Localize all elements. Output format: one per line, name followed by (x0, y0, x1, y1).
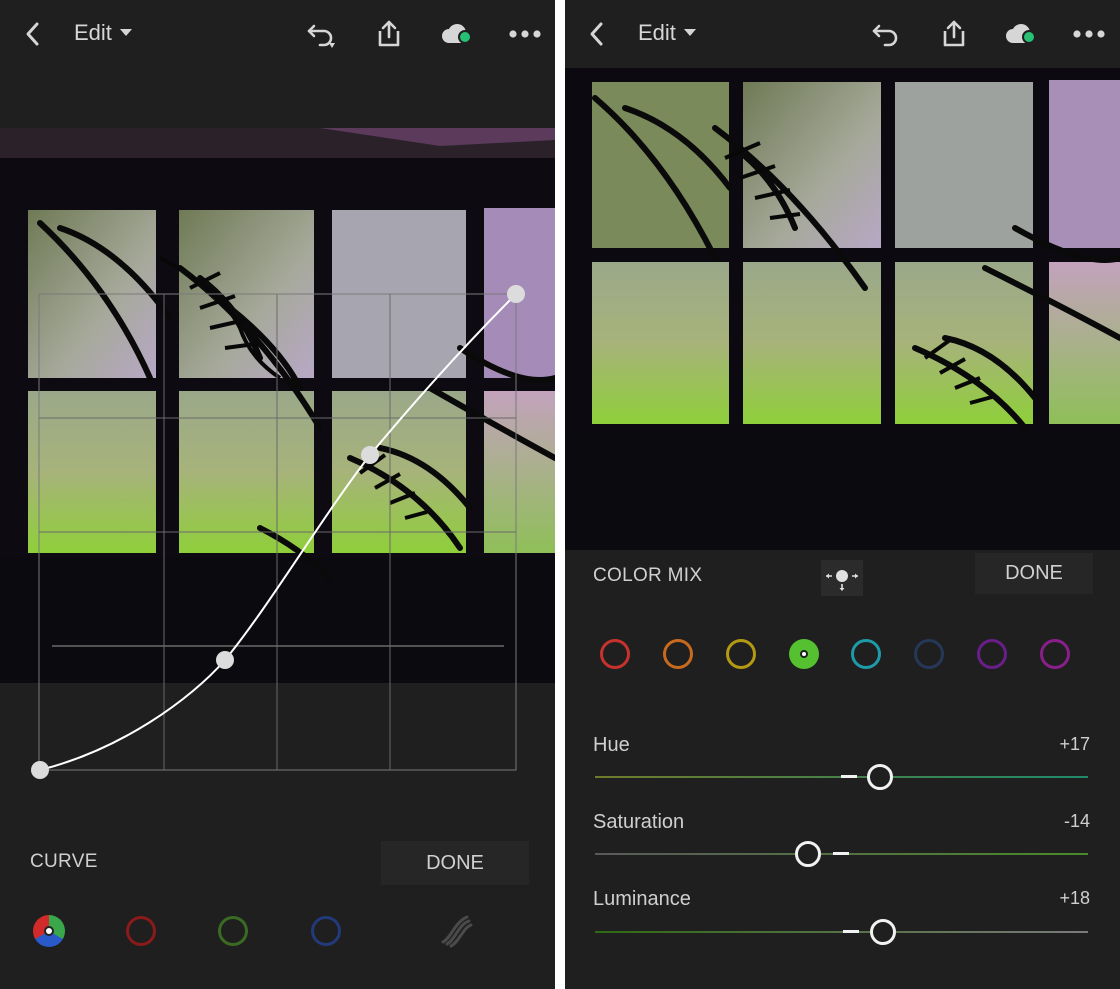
top-bar: Edit (0, 0, 555, 70)
parametric-curve-icon[interactable] (437, 912, 473, 953)
curve-panel: Edit CURVE DONE (0, 0, 555, 989)
curve-section-label: CURVE (30, 851, 98, 872)
chevron-down-icon (120, 29, 132, 36)
swatch-purple[interactable] (977, 639, 1007, 669)
photo-preview (565, 68, 1120, 550)
share-icon[interactable] (935, 14, 973, 54)
saturation-zero-marker (833, 852, 849, 855)
channel-green-button[interactable] (218, 916, 248, 946)
luminance-zero-marker (843, 930, 859, 933)
chevron-down-icon (684, 29, 696, 36)
curve-point (361, 446, 379, 464)
curve-point (31, 761, 49, 779)
undo-icon[interactable] (302, 14, 340, 54)
swatch-blue[interactable] (914, 639, 944, 669)
share-icon[interactable] (370, 14, 408, 54)
sync-status-dot (458, 30, 472, 44)
more-icon[interactable] (505, 14, 545, 54)
targeted-adjustment-icon[interactable] (821, 560, 863, 596)
hue-zero-marker (841, 775, 857, 778)
done-button[interactable]: DONE (381, 841, 529, 885)
luminance-slider-thumb[interactable] (870, 919, 896, 945)
hue-value: +17 (1059, 734, 1090, 754)
luminance-label: Luminance (593, 888, 691, 910)
color-mix-section-label: COLOR MIX (593, 565, 703, 586)
cloud-sync-icon[interactable] (999, 14, 1043, 54)
saturation-value: -14 (1063, 811, 1090, 831)
color-mix-panel: Edit COLOR MIX DONE Hue +17 Saturation -… (565, 0, 1120, 989)
done-button[interactable]: DONE (975, 553, 1093, 594)
back-icon[interactable] (578, 14, 616, 54)
back-icon[interactable] (14, 14, 52, 54)
channel-red-button[interactable] (126, 916, 156, 946)
swatch-aqua[interactable] (851, 639, 881, 669)
channel-rgb-button[interactable] (33, 915, 65, 947)
edit-menu[interactable]: Edit (638, 20, 676, 46)
swatch-orange[interactable] (663, 639, 693, 669)
curve-point (216, 651, 234, 669)
saturation-slider-thumb[interactable] (795, 841, 821, 867)
tone-curve-graph[interactable] (0, 280, 555, 790)
edit-menu[interactable]: Edit (74, 20, 112, 46)
sync-status-dot (1022, 30, 1036, 44)
selected-dot-icon (800, 650, 808, 658)
channel-blue-button[interactable] (311, 916, 341, 946)
swatch-magenta[interactable] (1040, 639, 1070, 669)
swatch-red[interactable] (600, 639, 630, 669)
more-icon[interactable] (1069, 14, 1109, 54)
luminance-slider-track[interactable] (595, 931, 1088, 933)
swatch-yellow[interactable] (726, 639, 756, 669)
hue-label: Hue (593, 734, 630, 756)
cloud-sync-icon[interactable] (435, 14, 479, 54)
hue-slider-thumb[interactable] (867, 764, 893, 790)
top-bar: Edit (565, 0, 1120, 70)
undo-icon[interactable] (867, 14, 905, 54)
curve-point (507, 285, 525, 303)
saturation-label: Saturation (593, 811, 685, 833)
swatch-green[interactable] (789, 639, 819, 669)
luminance-value: +18 (1059, 888, 1090, 908)
